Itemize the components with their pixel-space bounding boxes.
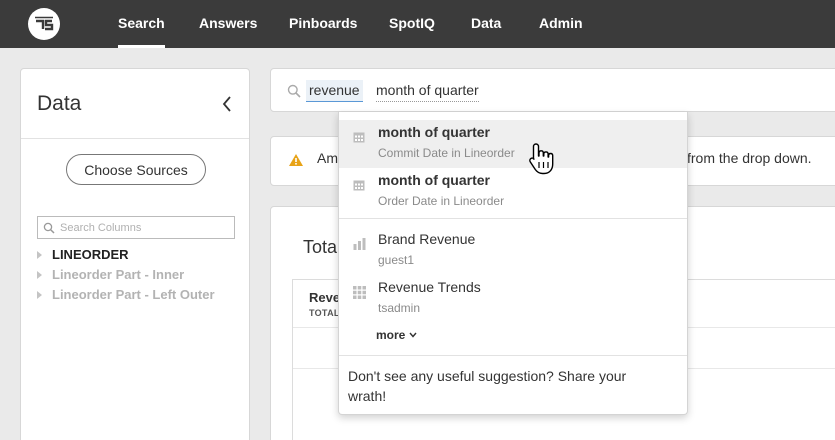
data-panel-title: Data — [37, 92, 82, 115]
hand-cursor-icon — [529, 143, 554, 175]
nav-answers[interactable]: Answers — [199, 0, 257, 48]
feedback-prompt[interactable]: Don't see any useful suggestion? Share y… — [348, 366, 668, 406]
suggestion-subtitle: Commit Date in Lineorder — [378, 146, 515, 160]
source-label: LINEORDER — [52, 247, 129, 262]
search-columns-input[interactable] — [60, 219, 230, 236]
search-icon — [287, 84, 301, 98]
collapse-panel-button[interactable] — [219, 94, 235, 114]
chevron-left-icon — [222, 96, 231, 112]
expand-triangle-icon — [37, 291, 42, 299]
suggestion-item[interactable]: month of quarter Order Date in Lineorder — [339, 168, 687, 216]
source-label: Lineorder Part - Inner — [52, 267, 185, 282]
source-item-lineorder[interactable]: LINEORDER — [37, 247, 129, 262]
chevron-down-icon — [409, 332, 417, 338]
ts-logo-icon — [35, 16, 54, 31]
nav-search[interactable]: Search — [118, 0, 165, 48]
expand-triangle-icon — [37, 251, 42, 259]
panel-divider — [21, 138, 249, 139]
suggestion-subtitle: tsadmin — [378, 301, 421, 315]
calendar-icon — [353, 180, 365, 191]
nav-pinboards[interactable]: Pinboards — [289, 0, 357, 48]
source-label: Lineorder Part - Left Outer — [52, 287, 215, 302]
more-label: more — [376, 328, 406, 342]
nav-data[interactable]: Data — [471, 0, 501, 48]
suggestion-title: Revenue Trends — [378, 279, 481, 295]
search-columns-field[interactable] — [37, 216, 235, 239]
dropdown-divider — [339, 218, 687, 219]
warning-text-start: Am — [317, 150, 338, 166]
logo[interactable] — [28, 8, 60, 40]
bar-chart-icon — [353, 238, 366, 250]
grid-table-icon — [353, 286, 366, 299]
search-query-text[interactable]: month of quarter — [376, 80, 479, 102]
search-suggestions-dropdown: month of quarter Commit Date in Lineorde… — [338, 112, 688, 415]
nav-spotiq[interactable]: SpotIQ — [389, 0, 435, 48]
search-bar[interactable]: revenue month of quarter — [270, 68, 835, 112]
nav-admin[interactable]: Admin — [539, 0, 583, 48]
suggestion-title: Brand Revenue — [378, 231, 476, 247]
column-header[interactable]: Reve — [309, 290, 340, 305]
search-token-revenue[interactable]: revenue — [306, 80, 363, 102]
more-suggestions-link[interactable]: more — [376, 328, 417, 342]
expand-triangle-icon — [37, 271, 42, 279]
suggestion-title: month of quarter — [378, 124, 490, 140]
suggestion-title: month of quarter — [378, 172, 490, 188]
warning-text-end: from the drop down. — [687, 150, 812, 166]
calendar-icon — [353, 132, 365, 143]
choose-sources-button[interactable]: Choose Sources — [66, 154, 206, 185]
result-title: Tota — [303, 237, 338, 257]
data-panel: Data Choose Sources LINEORDER Lineorder … — [20, 68, 250, 440]
suggestion-subtitle: guest1 — [378, 253, 415, 267]
suggestion-item[interactable]: month of quarter Commit Date in Lineorde… — [339, 120, 687, 168]
source-item-lineorder-part-inner[interactable]: Lineorder Part - Inner — [37, 267, 184, 282]
search-icon — [43, 222, 55, 234]
suggestion-item[interactable]: Brand Revenue guest1 — [339, 227, 687, 275]
column-aggregation-label: TOTAL — [309, 308, 340, 318]
top-navigation-bar: Search Answers Pinboards SpotIQ Data Adm… — [0, 0, 835, 48]
source-item-lineorder-part-left-outer[interactable]: Lineorder Part - Left Outer — [37, 287, 215, 302]
suggestion-subtitle: Order Date in Lineorder — [378, 194, 505, 208]
suggestion-item[interactable]: Revenue Trends tsadmin — [339, 275, 687, 323]
warning-triangle-icon — [289, 154, 303, 166]
dropdown-divider — [339, 355, 687, 356]
